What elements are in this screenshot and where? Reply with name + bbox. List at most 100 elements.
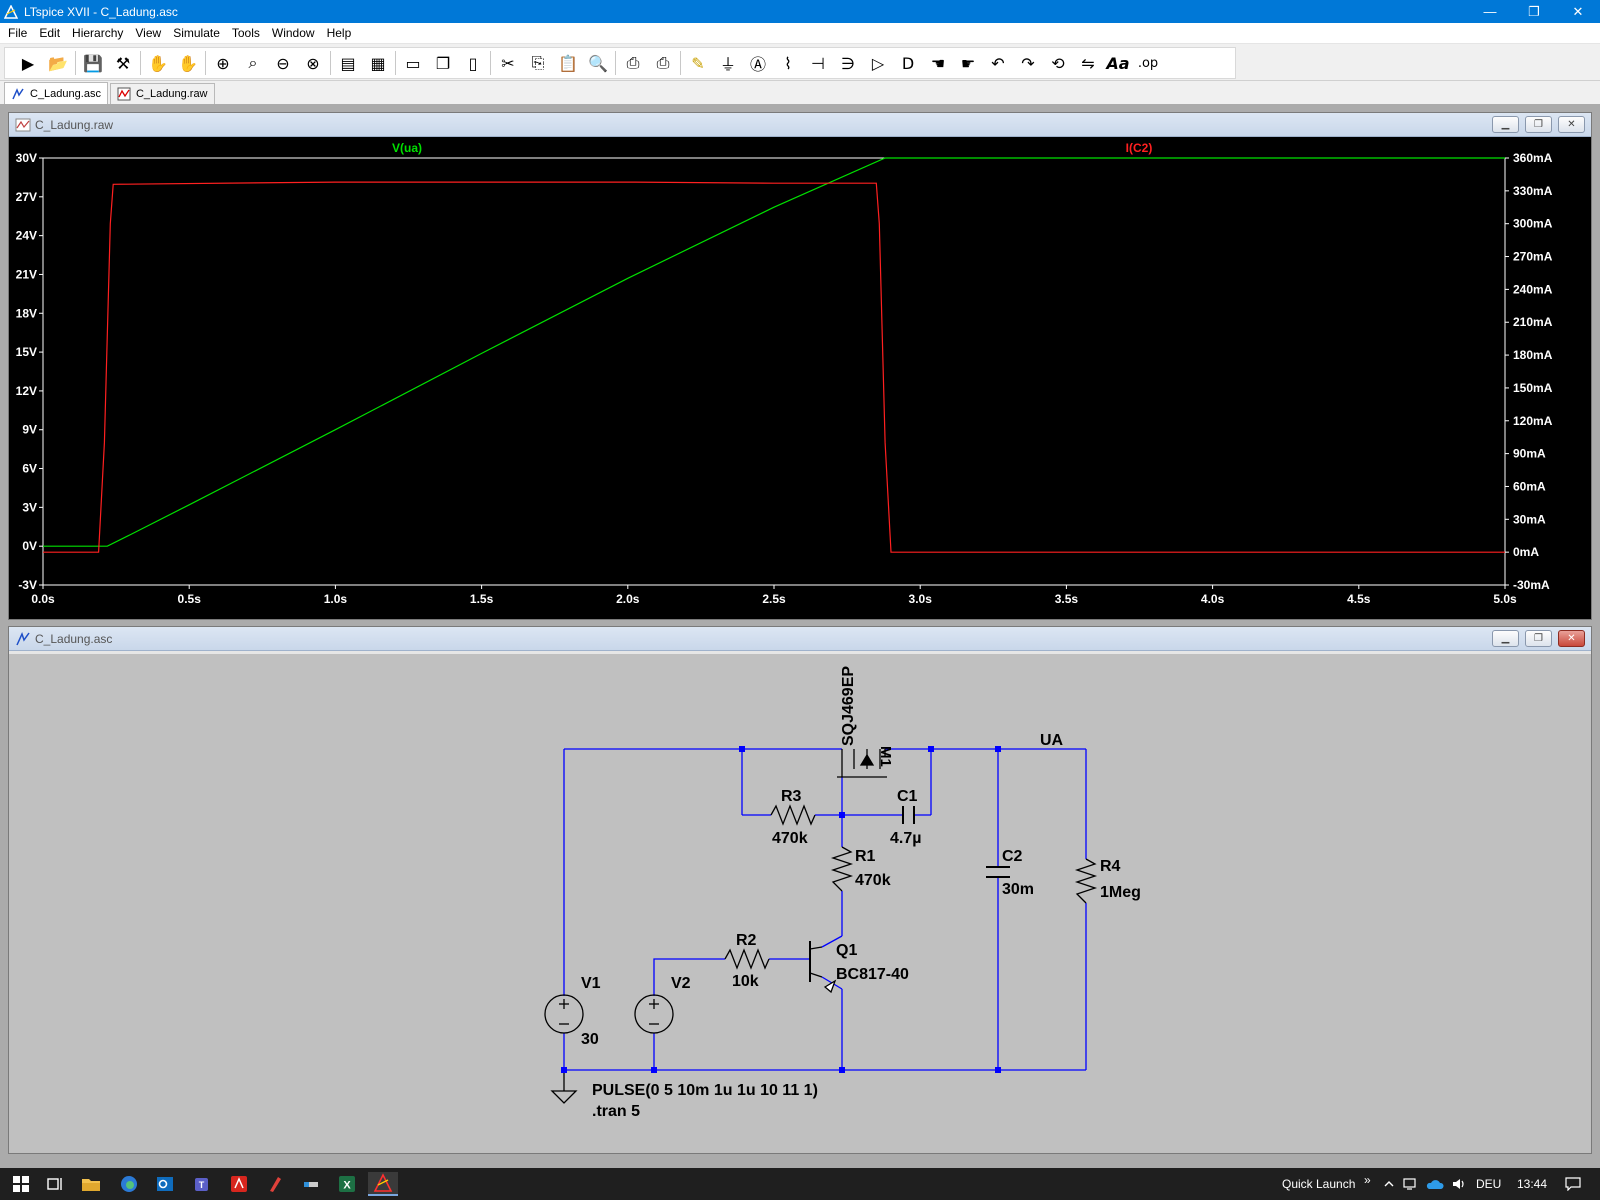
trace-label-ic2[interactable]: I(C2)	[1126, 141, 1153, 155]
minimize-button[interactable]: —	[1468, 0, 1512, 23]
v1-name[interactable]: V1	[581, 975, 601, 992]
move-icon[interactable]: ☚	[923, 49, 953, 77]
save-icon[interactable]: 💾	[78, 49, 108, 77]
zoom-in-icon[interactable]: ⊕	[208, 49, 238, 77]
clock[interactable]: 13:44	[1517, 1177, 1547, 1191]
schematic-window-titlebar[interactable]: C_Ladung.asc ▁ ❐ ✕	[9, 627, 1591, 651]
quick-launch-chevron[interactable]: »	[1364, 1173, 1371, 1187]
onedrive-icon[interactable]	[1424, 1172, 1446, 1196]
maximize-button[interactable]: ❐	[1512, 0, 1556, 23]
cascade-icon[interactable]: ❐	[428, 49, 458, 77]
task-view-icon[interactable]	[40, 1172, 70, 1196]
ground-icon[interactable]: ⏚	[713, 49, 743, 77]
mosfet-name-label[interactable]: M1	[877, 746, 894, 767]
menu-file[interactable]: File	[2, 26, 33, 40]
c1-value[interactable]: 4.7µ	[890, 830, 921, 847]
close-button[interactable]: ✕	[1558, 630, 1585, 647]
c2-value[interactable]: 30m	[1002, 881, 1034, 898]
waveform-window-titlebar[interactable]: C_Ladung.raw ▁ ❐ ✕	[9, 113, 1591, 137]
pan-icon[interactable]: ✋	[173, 49, 203, 77]
menu-edit[interactable]: Edit	[33, 26, 66, 40]
r2-name[interactable]: R2	[736, 932, 757, 949]
restore-button[interactable]: ❐	[1525, 116, 1552, 133]
notification-icon[interactable]	[1560, 1172, 1586, 1196]
close-button[interactable]: ✕	[1558, 116, 1585, 133]
menu-hierarchy[interactable]: Hierarchy	[66, 26, 129, 40]
text-icon[interactable]: Aa	[1103, 49, 1133, 77]
file-explorer-icon[interactable]	[76, 1172, 106, 1196]
mirror-icon[interactable]: ⇋	[1073, 49, 1103, 77]
r1-value[interactable]: 470k	[855, 872, 891, 889]
q1-model[interactable]: BC817-40	[836, 966, 909, 983]
volume-icon[interactable]	[1448, 1172, 1470, 1196]
copy-icon[interactable]: ⎘	[523, 49, 553, 77]
autorange-icon[interactable]: ▤	[333, 49, 363, 77]
v1-value[interactable]: 30	[581, 1031, 599, 1048]
r4-value[interactable]: 1Meg	[1100, 884, 1141, 901]
redo-icon[interactable]: ↷	[1013, 49, 1043, 77]
tile-vertical-icon[interactable]: ▯	[458, 49, 488, 77]
label-icon[interactable]: Ⓐ	[743, 49, 773, 77]
zoom-out-icon[interactable]: ⊖	[268, 49, 298, 77]
edge-browser-icon[interactable]	[114, 1172, 144, 1196]
teams-icon[interactable]: T	[188, 1172, 218, 1196]
waveform-plot[interactable]: V(ua) I(C2) 30V 27V 24V 21V 18V 15V 12V 9V 6V 3V 0…	[9, 137, 1591, 619]
resistor-icon[interactable]: ⌇	[773, 49, 803, 77]
zoom-to-fit-icon[interactable]: ⌕	[238, 49, 268, 77]
tab-schematic[interactable]: C_Ladung.asc	[4, 82, 108, 104]
tran-directive[interactable]: .tran 5	[592, 1103, 640, 1120]
halt-icon[interactable]: ✋	[143, 49, 173, 77]
tile-horizontal-icon[interactable]: ▭	[398, 49, 428, 77]
inductor-icon[interactable]: ∋	[833, 49, 863, 77]
mark-icon[interactable]: ▦	[363, 49, 393, 77]
chevron-up-icon[interactable]	[1378, 1172, 1400, 1196]
acrobat-icon[interactable]	[224, 1172, 254, 1196]
r3-value[interactable]: 470k	[772, 830, 808, 847]
wire-icon[interactable]: ✎	[683, 49, 713, 77]
minimize-button[interactable]: ▁	[1492, 630, 1519, 647]
windows-start-icon[interactable]	[6, 1172, 36, 1196]
drag-icon[interactable]: ☛	[953, 49, 983, 77]
c2-name[interactable]: C2	[1002, 848, 1023, 865]
quick-launch-label[interactable]: Quick Launch	[1282, 1177, 1355, 1191]
v2-name[interactable]: V2	[671, 975, 691, 992]
r1-name[interactable]: R1	[855, 848, 876, 865]
print-setup-icon[interactable]: ⎙	[618, 49, 648, 77]
rotate-icon[interactable]: ⟲	[1043, 49, 1073, 77]
menu-view[interactable]: View	[129, 26, 167, 40]
pulse-directive[interactable]: PULSE(0 5 10m 1u 1u 10 11 1)	[592, 1082, 818, 1099]
menu-simulate[interactable]: Simulate	[167, 26, 226, 40]
menu-tools[interactable]: Tools	[226, 26, 266, 40]
ltspice-taskbar-icon[interactable]	[368, 1172, 398, 1196]
network-icon[interactable]	[1400, 1172, 1422, 1196]
schematic-canvas[interactable]: SQJ469EP M1 UA R3 470k C1 4.7µ R1 470k C…	[9, 651, 1591, 1153]
paste-icon[interactable]: 📋	[553, 49, 583, 77]
find-icon[interactable]: 🔍	[583, 49, 613, 77]
q1-name[interactable]: Q1	[836, 942, 857, 959]
net-label-ua[interactable]: UA	[1040, 732, 1064, 749]
cut-icon[interactable]: ✂	[493, 49, 523, 77]
menu-window[interactable]: Window	[266, 26, 321, 40]
undo-icon[interactable]: ↶	[983, 49, 1013, 77]
r3-name[interactable]: R3	[781, 788, 802, 805]
tab-waveform[interactable]: C_Ladung.raw	[109, 83, 215, 104]
pen-app-icon[interactable]	[260, 1172, 290, 1196]
mosfet-model-label[interactable]: SQJ469EP	[840, 666, 857, 746]
zoom-cancel-icon[interactable]: ⊗	[298, 49, 328, 77]
run-icon[interactable]: ▶	[13, 49, 43, 77]
language-indicator[interactable]: DEU	[1476, 1177, 1501, 1191]
capacitor-icon[interactable]: ⊣	[803, 49, 833, 77]
component-icon[interactable]: D	[893, 49, 923, 77]
control-panel-icon[interactable]: ⚒	[108, 49, 138, 77]
r4-name[interactable]: R4	[1100, 858, 1121, 875]
trace-label-vua[interactable]: V(ua)	[392, 141, 422, 155]
notepad-icon[interactable]	[296, 1172, 326, 1196]
spice-directive-icon[interactable]: .op	[1133, 49, 1163, 77]
close-button[interactable]: ✕	[1556, 0, 1600, 23]
outlook-icon[interactable]	[150, 1172, 180, 1196]
open-icon[interactable]: 📂	[43, 49, 73, 77]
diode-icon[interactable]: ▷	[863, 49, 893, 77]
excel-icon[interactable]: X	[332, 1172, 362, 1196]
r2-value[interactable]: 10k	[732, 973, 759, 990]
restore-button[interactable]: ❐	[1525, 630, 1552, 647]
